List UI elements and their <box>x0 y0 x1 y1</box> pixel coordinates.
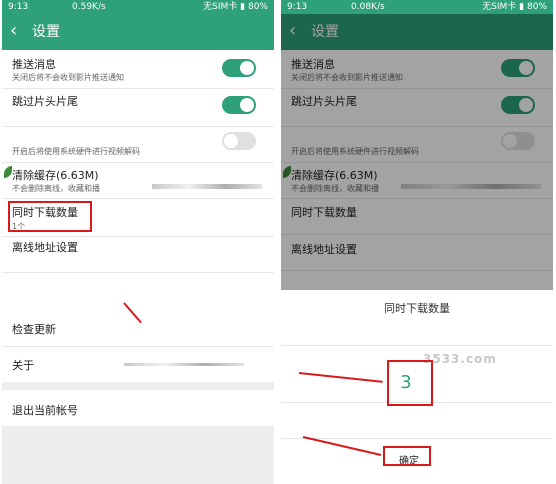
battery-icon: ▮ <box>519 2 525 12</box>
logout-label: 退出当前帐号 <box>12 404 78 417</box>
dialog-title: 同时下载数量 <box>384 302 450 315</box>
toggle-knob <box>224 134 238 148</box>
setting-subtitle: 不会删除离线，收藏和播 <box>12 184 100 193</box>
status-time: 9:13 <box>8 2 29 12</box>
setting-title: 离线地址设置 <box>12 241 78 254</box>
highlight-box <box>8 201 92 232</box>
status-time: 9:13 <box>287 2 308 12</box>
setting-hardware-decoding[interactable]: 开启后将使用系统硬件进行视频解码 <box>2 126 274 163</box>
blur-artifact <box>124 363 244 366</box>
setting-check-update[interactable]: 检查更新 <box>2 312 274 347</box>
modal-overlay[interactable] <box>281 14 553 290</box>
app-bar: ‹ 设置 <box>2 14 274 50</box>
toggle-knob <box>240 98 254 112</box>
toggle-knob <box>240 61 254 75</box>
setting-about[interactable]: 关于 <box>2 346 274 383</box>
section-gap <box>2 382 274 390</box>
setting-title: 关于 <box>12 359 34 372</box>
picker-divider <box>281 345 553 346</box>
bottom-area <box>2 427 274 484</box>
right-screen: 9:13 0.08K/s 无SIM卡 ▮ 80% ‹ 设置 推送消息 关闭后将不… <box>281 0 553 484</box>
setting-title: 检查更新 <box>12 323 56 336</box>
status-bar: 9:13 0.08K/s 无SIM卡 ▮ 80% <box>281 0 553 14</box>
status-network-speed: 0.59K/s <box>72 2 106 12</box>
push-toggle[interactable] <box>222 59 256 77</box>
hardware-decoding-toggle[interactable] <box>222 132 256 150</box>
sim-status: 无SIM卡 <box>203 2 238 12</box>
setting-offline-path[interactable]: 离线地址设置 <box>2 236 274 273</box>
status-right: 无SIM卡 ▮ 80% <box>203 0 268 14</box>
watermark-text: 3533.com <box>423 352 497 366</box>
setting-push-notifications[interactable]: 推送消息 关闭后将不会收到影片推送通知 <box>2 50 274 89</box>
status-bar: 9:13 0.59K/s 无SIM卡 ▮ 80% <box>2 0 274 14</box>
left-screen: 9:13 0.59K/s 无SIM卡 ▮ 80% ‹ 设置 推送消息 关闭后将不… <box>2 0 274 484</box>
annotation-arrow <box>302 436 382 456</box>
leaf-decoration-icon <box>4 166 12 178</box>
highlight-box <box>387 360 433 406</box>
setting-subtitle: 关闭后将不会收到影片推送通知 <box>12 73 124 82</box>
blur-artifact <box>152 184 262 189</box>
skip-intro-toggle[interactable] <box>222 96 256 114</box>
setting-clear-cache[interactable]: 清除缓存(6.63M) 不会删除离线，收藏和播 <box>2 162 274 199</box>
annotation-arrow <box>298 372 383 383</box>
setting-title: 跳过片头片尾 <box>12 95 78 108</box>
battery-level: 80% <box>247 2 268 12</box>
setting-subtitle: 开启后将使用系统硬件进行视频解码 <box>12 147 140 156</box>
battery-level: 80% <box>526 2 547 12</box>
setting-title: 推送消息 <box>12 58 56 71</box>
back-arrow-icon[interactable]: ‹ <box>10 21 17 41</box>
status-right: 无SIM卡 ▮ 80% <box>482 0 547 14</box>
battery-icon: ▮ <box>240 2 246 12</box>
setting-skip-intro[interactable]: 跳过片头片尾 <box>2 88 274 127</box>
sim-status: 无SIM卡 <box>482 2 517 12</box>
logout-button[interactable]: 退出当前帐号 <box>2 390 274 427</box>
download-count-dialog: 同时下载数量 3533.com 3 确定 <box>281 290 553 484</box>
page-title: 设置 <box>32 24 60 40</box>
status-network-speed: 0.08K/s <box>351 2 385 12</box>
setting-title: 清除缓存(6.63M) <box>12 169 99 182</box>
button-divider <box>281 438 553 439</box>
highlight-box <box>383 446 431 466</box>
